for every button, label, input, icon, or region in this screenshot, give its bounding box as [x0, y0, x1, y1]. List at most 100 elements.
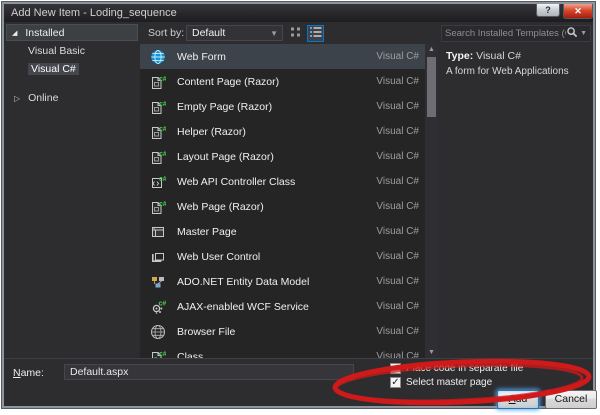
search-box[interactable]: ▼ — [441, 25, 591, 42]
svg-text:c#: c# — [159, 101, 166, 108]
svg-text:c#: c# — [159, 126, 166, 133]
svg-text:c#: c# — [159, 151, 166, 158]
svg-text:c#: c# — [159, 76, 166, 83]
online-label: Online — [28, 92, 59, 104]
template-language: Visual C# — [376, 126, 419, 137]
template-row[interactable]: c# Helper (Razor) Visual C# — [140, 119, 425, 144]
tree-node-online[interactable]: ▷ Online — [6, 91, 138, 106]
template-label: ADO.NET Entity Data Model — [177, 275, 310, 288]
template-language: Visual C# — [376, 301, 419, 312]
list-view-icon — [309, 26, 322, 41]
template-row[interactable]: c# Class Visual C# — [140, 344, 425, 358]
master-page-icon — [150, 224, 166, 240]
template-description: A form for Web Applications — [446, 66, 569, 77]
svg-text:c#: c# — [159, 201, 166, 208]
template-row[interactable]: c# Web Page (Razor) Visual C# — [140, 194, 425, 219]
dialog-footer: Name: ✓ Place code in separate file ✓ Se… — [4, 358, 597, 409]
search-input[interactable] — [445, 28, 567, 39]
template-language: Visual C# — [376, 201, 419, 212]
help-button[interactable]: ? — [536, 4, 560, 17]
help-icon: ? — [545, 5, 551, 15]
entity-model-icon — [150, 274, 166, 290]
template-label: Master Page — [177, 225, 237, 238]
template-label: Web User Control — [177, 250, 261, 263]
template-language: Visual C# — [376, 251, 419, 262]
template-label: Browser File — [177, 325, 236, 338]
details-panel: ▼ Type: Visual C# A form for Web Applica… — [440, 24, 592, 358]
collapsed-triangle-icon: ▷ — [14, 94, 21, 103]
name-label: Name: — [13, 367, 44, 379]
svg-text:c#: c# — [159, 176, 166, 183]
template-row[interactable]: ADO.NET Entity Data Model Visual C# — [140, 269, 425, 294]
template-language: Visual C# — [376, 176, 419, 187]
search-icon — [566, 25, 578, 43]
template-row[interactable]: Web User Control Visual C# — [140, 244, 425, 269]
expanded-triangle-icon: ◢ — [12, 30, 18, 37]
sort-bar: Sort by: Default ▼ — [140, 24, 438, 44]
checkbox-select-master-page[interactable]: ✓ Select master page — [390, 377, 492, 388]
scroll-up-icon[interactable]: ▲ — [425, 44, 438, 55]
checkbox-checked-icon[interactable]: ✓ — [390, 377, 401, 388]
razor-page-icon: c# — [150, 99, 167, 115]
template-row[interactable]: c# AJAX-enabled WCF Service Visual C# — [140, 294, 425, 319]
template-row[interactable]: Web Form Visual C# — [140, 44, 425, 69]
checkbox-place-code[interactable]: ✓ Place code in separate file — [390, 363, 523, 374]
type-label: Type: — [446, 50, 474, 62]
template-label: Class — [177, 350, 204, 359]
template-list: Web Form Visual C# c# Content Page (Razor) V… — [140, 44, 425, 358]
close-button[interactable]: ✕ — [563, 4, 593, 19]
template-tree: ◢ Installed Visual Basic Visual C# ▷ Onl… — [6, 24, 138, 358]
template-language: Visual C# — [376, 226, 419, 237]
template-label: Layout Page (Razor) — [177, 150, 274, 163]
add-button[interactable]: Add — [497, 390, 539, 409]
template-row[interactable]: c# Empty Page (Razor) Visual C# — [140, 94, 425, 119]
close-icon: ✕ — [574, 6, 582, 16]
api-controller-icon: c# — [150, 174, 167, 190]
razor-page-icon: c# — [150, 149, 167, 165]
name-input[interactable] — [64, 364, 354, 380]
browser-globe-icon — [150, 324, 166, 340]
template-language: Visual C# — [376, 51, 419, 62]
title-bar[interactable]: Add New Item - Loding_sequence — [4, 4, 593, 22]
template-label: Web Page (Razor) — [177, 200, 264, 213]
screenshot: Add New Item - Loding_sequence ? ✕ ◢ Ins… — [0, 0, 600, 415]
template-language: Visual C# — [376, 276, 419, 287]
small-icons-icon — [291, 27, 302, 41]
class-icon: c# — [150, 349, 167, 358]
template-language: Visual C# — [376, 101, 419, 112]
checkbox-checked-icon[interactable]: ✓ — [390, 363, 401, 374]
wcf-gear-icon: c# — [150, 299, 166, 315]
template-language: Visual C# — [376, 326, 419, 337]
template-label: AJAX-enabled WCF Service — [177, 300, 309, 313]
sort-dropdown[interactable]: Default ▼ — [186, 25, 283, 41]
template-label: Helper (Razor) — [177, 125, 246, 138]
template-row[interactable]: c# Content Page (Razor) Visual C# — [140, 69, 425, 94]
template-label: Web Form — [177, 50, 226, 63]
template-row[interactable]: c# Web API Controller Class Visual C# — [140, 169, 425, 194]
tree-node-installed[interactable]: ◢ Installed — [6, 24, 138, 41]
chevron-down-icon: ▼ — [270, 29, 278, 38]
scrollbar-thumb[interactable] — [427, 57, 436, 117]
template-language: Visual C# — [376, 351, 419, 358]
template-row[interactable]: Master Page Visual C# — [140, 219, 425, 244]
list-scrollbar[interactable]: ▲ ▼ — [425, 44, 438, 358]
template-language: Visual C# — [376, 151, 419, 162]
template-list-panel: Sort by: Default ▼ Web Form Visual C# c# Co… — [140, 24, 438, 358]
scroll-down-icon[interactable]: ▼ — [425, 347, 438, 358]
tree-item-visual-csharp[interactable]: Visual C# — [6, 62, 138, 77]
template-label: Empty Page (Razor) — [177, 100, 273, 113]
small-icons-view-button[interactable] — [288, 25, 305, 42]
list-view-button[interactable] — [307, 25, 324, 42]
tree-item-visual-basic[interactable]: Visual Basic — [6, 44, 138, 59]
template-row[interactable]: Browser File Visual C# — [140, 319, 425, 344]
razor-page-icon: c# — [150, 124, 167, 140]
add-new-item-dialog: Add New Item - Loding_sequence ? ✕ ◢ Ins… — [2, 2, 597, 409]
template-row[interactable]: c# Layout Page (Razor) Visual C# — [140, 144, 425, 169]
cancel-button[interactable]: Cancel — [545, 390, 597, 409]
sort-value: Default — [192, 27, 226, 39]
template-label: Content Page (Razor) — [177, 75, 280, 88]
search-options-chevron-icon[interactable]: ▼ — [580, 30, 587, 37]
razor-page-icon: c# — [150, 74, 167, 90]
razor-page-icon: c# — [150, 199, 167, 215]
window-title: Add New Item - Loding_sequence — [11, 7, 177, 19]
